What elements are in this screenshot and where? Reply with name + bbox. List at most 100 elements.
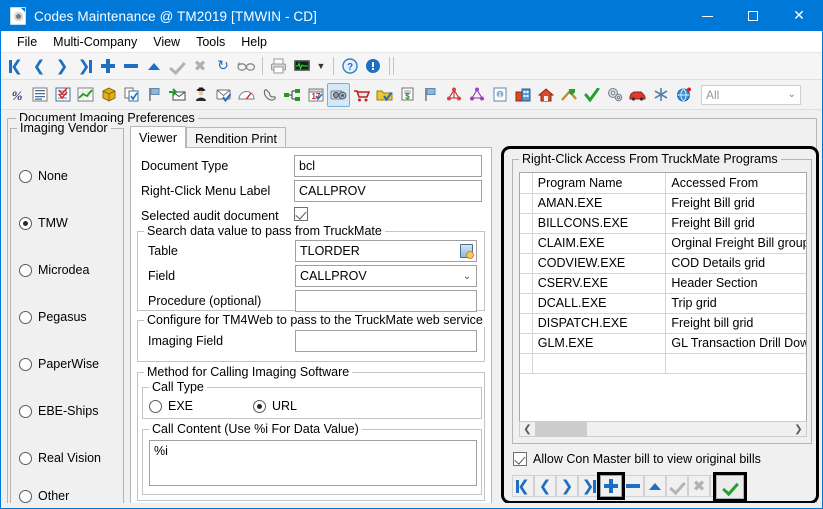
folder-check-icon[interactable]	[373, 83, 396, 107]
snowflake-icon[interactable]	[649, 83, 672, 107]
programs-grid[interactable]: Program Name Accessed From AMAN.EXE Frei…	[519, 172, 807, 437]
table-input[interactable]: TLORDER	[295, 240, 477, 262]
grid-header-program-name[interactable]: Program Name	[532, 173, 666, 193]
list-icon[interactable]	[28, 83, 51, 107]
allow-con-master-row[interactable]: Allow Con Master bill to view original b…	[513, 452, 761, 466]
vendor-option-real-vision[interactable]: Real Vision	[19, 451, 101, 465]
first-record-button[interactable]: ❮	[5, 55, 27, 77]
imaging-field-input[interactable]	[295, 330, 477, 352]
grid-insert-button[interactable]	[600, 475, 622, 497]
grid-next-button[interactable]: ❯	[556, 475, 578, 497]
grid-first-button[interactable]: ❮	[512, 475, 534, 497]
table-row[interactable]: DCALL.EXE Trip grid	[520, 293, 807, 313]
building-icon[interactable]	[511, 83, 534, 107]
next-record-button[interactable]: ❯	[51, 55, 73, 77]
selected-audit-document-checkbox[interactable]	[294, 207, 308, 221]
delete-record-button[interactable]	[120, 55, 142, 77]
refresh-button[interactable]: ↻	[212, 55, 234, 77]
last-record-button[interactable]: ❯	[74, 55, 96, 77]
document-type-input[interactable]: bcl	[294, 155, 482, 177]
menu-help[interactable]: Help	[233, 33, 275, 51]
tab-rendition-print[interactable]: Rendition Print	[186, 127, 286, 148]
vendor-option-microdea[interactable]: Microdea	[19, 263, 89, 277]
grid-last-button[interactable]: ❯	[578, 475, 600, 497]
flag-icon[interactable]	[143, 83, 166, 107]
right-click-menu-label-input[interactable]: CALLPROV	[294, 180, 482, 202]
print-button[interactable]	[268, 55, 290, 77]
scroll-right-arrow-icon[interactable]: ❯	[791, 422, 806, 436]
vendor-option-pegasus[interactable]: Pegasus	[19, 310, 87, 324]
scroll-left-arrow-icon[interactable]: ❮	[520, 422, 535, 436]
hierarchy-red-icon[interactable]	[442, 83, 465, 107]
gears-icon[interactable]	[603, 83, 626, 107]
vendor-option-none[interactable]: None	[19, 169, 68, 183]
scrollbar-track[interactable]	[535, 422, 791, 436]
tab-viewer[interactable]: Viewer	[130, 126, 186, 148]
call-content-textarea[interactable]: %i	[149, 440, 477, 486]
person-icon[interactable]	[189, 83, 212, 107]
table-row[interactable]: CSERV.EXE Header Section	[520, 273, 807, 293]
previous-record-button[interactable]: ❮	[28, 55, 50, 77]
table-lookup-button[interactable]	[457, 242, 475, 260]
vendor-option-ebe-ships[interactable]: EBE-Ships	[19, 404, 98, 418]
maximize-button[interactable]	[730, 1, 776, 31]
cancel-edit-button[interactable]: ✖	[189, 55, 211, 77]
envelope-check-icon[interactable]	[212, 83, 235, 107]
grid-post-button[interactable]	[666, 475, 688, 497]
gauge-icon[interactable]	[235, 83, 258, 107]
field-combo[interactable]: CALLPROV	[295, 265, 477, 287]
filter-glasses-button[interactable]	[235, 55, 257, 77]
tools-icon[interactable]	[557, 83, 580, 107]
edit-record-button[interactable]	[143, 55, 165, 77]
monitor-button[interactable]	[291, 55, 313, 77]
copy-document-icon[interactable]	[120, 83, 143, 107]
phone-icon[interactable]	[258, 83, 281, 107]
cart-icon[interactable]	[350, 83, 373, 107]
vendor-option-tmw[interactable]: TMW	[19, 216, 68, 230]
calendar-icon[interactable]: 17	[304, 83, 327, 107]
monitor-dropdown-button[interactable]: ▼	[314, 55, 328, 77]
menu-file[interactable]: File	[9, 33, 45, 51]
car-icon[interactable]	[626, 83, 649, 107]
flag2-icon[interactable]	[419, 83, 442, 107]
help-button[interactable]: ?	[339, 55, 361, 77]
package-icon[interactable]	[97, 83, 120, 107]
grid-delete-button[interactable]	[622, 475, 644, 497]
scrollbar-thumb[interactable]	[535, 422, 587, 436]
info-doc-icon[interactable]	[488, 83, 511, 107]
call-type-option-exe[interactable]: EXE	[149, 399, 193, 413]
insert-record-button[interactable]	[97, 55, 119, 77]
mail-transfer-icon[interactable]	[166, 83, 189, 107]
filter-combo[interactable]: All ⌄	[701, 85, 801, 105]
table-row[interactable]: BILLCONS.EXE Freight Bill grid	[520, 213, 807, 233]
hierarchy-purple-icon[interactable]	[465, 83, 488, 107]
grid-apply-button[interactable]	[716, 475, 744, 499]
table-row[interactable]: AMAN.EXE Freight Bill grid	[520, 193, 807, 213]
green-check-icon[interactable]	[580, 83, 603, 107]
chart-icon[interactable]	[74, 83, 97, 107]
minimize-button[interactable]	[684, 1, 730, 31]
field-chevron-down-icon[interactable]: ⌄	[458, 266, 476, 286]
menu-tools[interactable]: Tools	[188, 33, 233, 51]
vendor-option-other[interactable]: Other	[19, 489, 69, 503]
table-row[interactable]: CLAIM.EXE Orginal Freight Bill group b	[520, 233, 807, 253]
allow-con-master-checkbox[interactable]	[513, 452, 527, 466]
table-row[interactable]: CODVIEW.EXE COD Details grid	[520, 253, 807, 273]
invoice-icon[interactable]: $	[396, 83, 419, 107]
post-edit-button[interactable]	[166, 55, 188, 77]
grid-header-accessed-from[interactable]: Accessed From	[666, 173, 807, 193]
close-button[interactable]: ✕	[776, 1, 822, 31]
procedure-input[interactable]	[295, 290, 477, 312]
percent-icon[interactable]: %	[5, 83, 28, 107]
globe-icon[interactable]	[672, 83, 695, 107]
grid-edit-button[interactable]	[644, 475, 666, 497]
grid-cancel-button[interactable]: ✖	[688, 475, 710, 497]
menu-multi-company[interactable]: Multi-Company	[45, 33, 145, 51]
menu-view[interactable]: View	[145, 33, 188, 51]
home-icon[interactable]	[534, 83, 557, 107]
vendor-option-paperwise[interactable]: PaperWise	[19, 357, 99, 371]
table-row[interactable]: GLM.EXE GL Transaction Drill Down F	[520, 333, 807, 353]
info-button[interactable]	[362, 55, 384, 77]
call-type-option-url[interactable]: URL	[253, 399, 297, 413]
imaging-camera-icon[interactable]	[327, 83, 350, 107]
